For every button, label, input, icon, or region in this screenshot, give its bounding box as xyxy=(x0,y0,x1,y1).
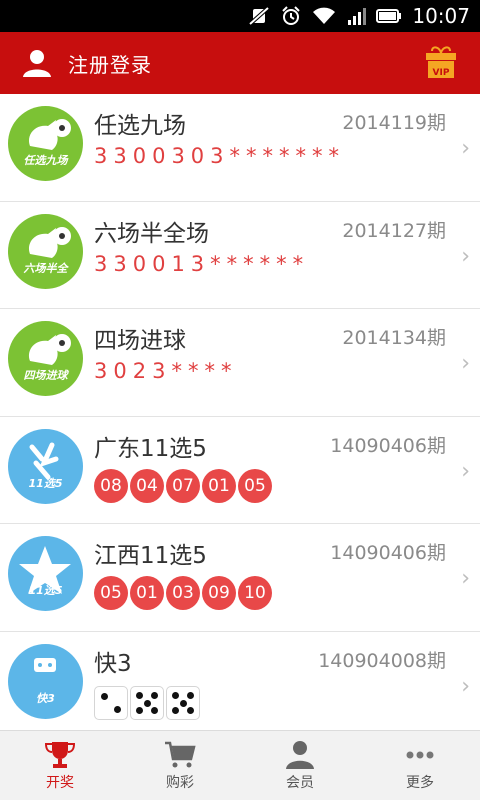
draw-ball: 07 xyxy=(166,468,200,503)
lottery-row[interactable]: 任选九场 任选九场 2014119期 3300303******* › xyxy=(0,94,480,202)
draw-ball: 01 xyxy=(130,576,164,610)
tab-label: 购彩 xyxy=(166,774,194,791)
dice-result xyxy=(94,685,200,720)
tab-more[interactable]: 更多 xyxy=(360,731,480,800)
lottery-row[interactable]: 四场进球 四场进球 2014134期 3023**** › xyxy=(0,309,480,417)
cart-icon xyxy=(165,741,196,767)
die xyxy=(130,685,164,720)
die xyxy=(166,685,200,720)
draw-ball: 08 xyxy=(94,468,128,503)
draw-ball: 04 xyxy=(130,468,164,503)
lottery-row[interactable]: 11选5 广东11选5 14090406期 08 04 07 01 05 › xyxy=(0,416,480,524)
draw-ball: 09 xyxy=(202,576,236,610)
status-bar: 10:07 xyxy=(0,0,480,32)
trophy-icon xyxy=(44,741,76,768)
issue-number: 2014134期 xyxy=(342,327,446,349)
logo-caption: 四场进球 xyxy=(23,369,68,382)
issue-number: 14090406期 xyxy=(330,542,446,564)
lottery-name: 快3 xyxy=(94,650,132,677)
draw-balls: 08 04 07 01 05 xyxy=(94,468,272,503)
tab-label: 开奖 xyxy=(46,774,74,791)
signal-icon xyxy=(348,8,367,25)
draw-balls: 05 01 03 09 10 xyxy=(94,576,272,610)
lottery-name: 六场半全场 xyxy=(94,220,209,247)
draw-ball: 01 xyxy=(202,468,236,503)
chevron-right-icon: › xyxy=(461,351,470,376)
draw-ball: 10 xyxy=(238,576,272,610)
football-lottery-logo: 四场进球 xyxy=(8,321,83,396)
chevron-right-icon: › xyxy=(461,243,470,269)
draw-result: 3300303******* xyxy=(94,144,346,168)
11x5-lottery-logo: 11选5 xyxy=(8,428,83,504)
lottery-row[interactable]: 11选5 江西11选5 14090406期 05 01 03 09 10 › xyxy=(0,524,480,632)
football-lottery-logo: 六场半全 xyxy=(8,213,83,289)
lottery-name: 任选九场 xyxy=(94,113,186,139)
chevron-right-icon: › xyxy=(461,566,470,591)
issue-number: 2014127期 xyxy=(342,219,446,242)
chevron-right-icon: › xyxy=(461,458,470,484)
11x5-lottery-logo: 11选5 xyxy=(8,536,83,611)
lottery-row[interactable]: 六场半全 六场半全场 2014127期 330013****** › xyxy=(0,201,480,309)
lottery-row[interactable]: 快3 快3 140904008期 › xyxy=(0,631,480,739)
lottery-list: 任选九场 任选九场 2014119期 3300303******* › 六场半全… xyxy=(0,94,480,739)
issue-number: 2014119期 xyxy=(342,112,446,134)
tab-label: 更多 xyxy=(406,774,434,791)
battery-icon xyxy=(376,9,402,23)
draw-ball: 05 xyxy=(238,468,272,503)
member-icon xyxy=(286,740,314,769)
logo-caption: 11选5 xyxy=(28,476,63,490)
football-lottery-logo: 任选九场 xyxy=(8,106,83,181)
lottery-name: 四场进球 xyxy=(94,328,186,354)
vibrate-off-icon xyxy=(249,6,270,26)
logo-caption: 11选5 xyxy=(28,584,63,597)
issue-number: 140904008期 xyxy=(318,649,446,672)
issue-number: 14090406期 xyxy=(330,434,446,457)
tab-label: 会员 xyxy=(286,774,314,791)
bottom-tab-bar: 开奖 购彩 会员 更多 xyxy=(0,730,480,800)
chevron-right-icon: › xyxy=(461,136,470,161)
tab-buy-lottery[interactable]: 购彩 xyxy=(120,731,240,800)
vip-label: VIP xyxy=(433,68,450,78)
draw-result: 3023**** xyxy=(94,359,238,383)
draw-ball: 05 xyxy=(94,576,128,610)
lottery-name: 江西11选5 xyxy=(94,543,207,569)
die xyxy=(94,685,128,720)
wifi-icon xyxy=(313,7,336,24)
app-header: 注册登录 VIP xyxy=(0,32,480,94)
logo-caption: 任选九场 xyxy=(23,154,68,167)
alarm-icon xyxy=(282,6,301,25)
logo-caption: 快3 xyxy=(36,691,55,705)
lottery-name: 广东11选5 xyxy=(94,435,207,462)
more-icon xyxy=(406,751,434,758)
user-avatar-icon[interactable] xyxy=(22,48,52,78)
status-time: 10:07 xyxy=(412,4,470,28)
register-login-link[interactable]: 注册登录 xyxy=(68,49,152,78)
tab-draw-results[interactable]: 开奖 xyxy=(0,731,120,800)
logo-caption: 六场半全 xyxy=(23,261,68,275)
draw-result: 330013****** xyxy=(94,251,310,276)
draw-ball: 03 xyxy=(166,576,200,610)
tab-member[interactable]: 会员 xyxy=(240,731,360,800)
chevron-right-icon: › xyxy=(461,673,470,699)
k3-lottery-logo: 快3 xyxy=(8,643,83,719)
vip-gift-icon[interactable]: VIP xyxy=(424,44,458,80)
